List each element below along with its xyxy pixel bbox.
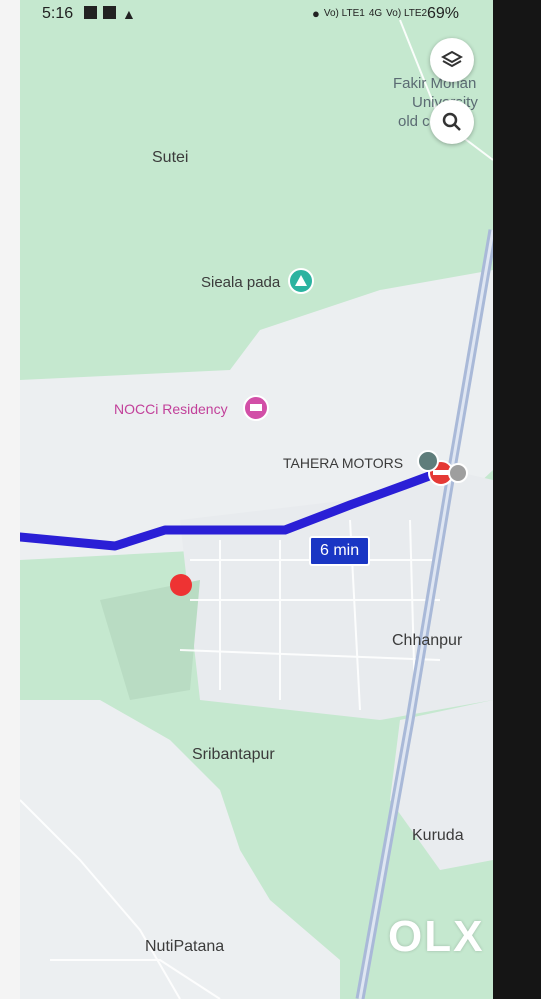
location-icon: ● — [312, 6, 320, 21]
net-type-label: 4G — [368, 8, 383, 19]
destination-dot — [170, 574, 192, 596]
signal-icons: ● Vo) LTE1 4G Vo) LTE2 — [312, 6, 427, 21]
folder-icon — [84, 6, 97, 19]
label-chhanpur: Chhanpur — [392, 632, 463, 649]
route-time-chip[interactable]: 6 min — [309, 536, 371, 566]
map-canvas[interactable] — [20, 0, 493, 999]
label-nocci: NOCCi Residency — [114, 401, 228, 417]
battery-level: 69% — [426, 5, 459, 22]
label-sribantapur: Sribantapur — [192, 746, 275, 763]
layers-icon — [441, 50, 463, 68]
label-tahera: TAHERA MOTORS — [283, 455, 404, 471]
label-nutipatana: NutiPatana — [145, 938, 225, 955]
olx-watermark: OLX — [388, 912, 485, 961]
status-time: 5:16 — [42, 5, 74, 22]
search-icon — [442, 112, 461, 131]
forest-patch — [100, 580, 200, 700]
net2-label: Vo) LTE2 — [386, 8, 428, 19]
checkbox-icon — [103, 6, 116, 19]
left-edge — [0, 0, 20, 999]
label-sieala: Sieala pada — [201, 274, 281, 291]
label-old: old c — [398, 113, 430, 130]
right-edge — [493, 0, 541, 999]
motors-pin — [417, 450, 439, 472]
layers-button[interactable] — [430, 38, 474, 82]
net1-label: Vo) LTE1 — [323, 8, 365, 19]
status-bar: 5:16 ▲ ● Vo) LTE1 4G Vo) LTE2 69% — [20, 0, 493, 30]
search-button[interactable] — [430, 100, 474, 144]
status-icons: ▲ — [84, 6, 136, 22]
label-kuruda: Kuruda — [412, 827, 464, 844]
warning-icon: ▲ — [122, 6, 136, 22]
grey-marker — [448, 463, 468, 483]
map-screen[interactable]: 5:16 ▲ ● Vo) LTE1 4G Vo) LTE2 69% Fakir … — [20, 0, 493, 999]
label-sutei: Sutei — [152, 149, 189, 166]
